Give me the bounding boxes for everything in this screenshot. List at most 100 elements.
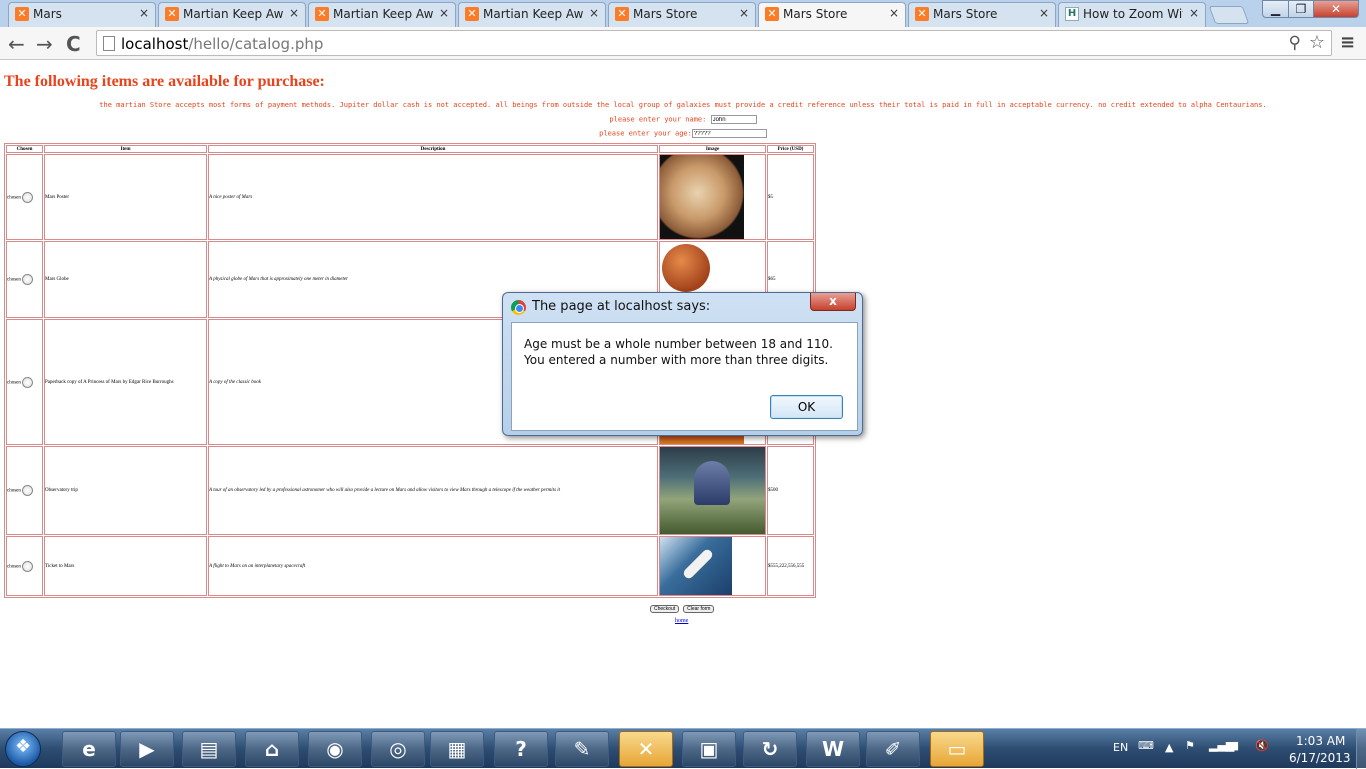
chosen-cell: chosen: [6, 241, 43, 318]
home-link[interactable]: home: [675, 618, 688, 624]
action-center-flag-icon[interactable]: ⚑: [1185, 739, 1195, 752]
control-panel-icon[interactable]: ▣: [682, 731, 736, 767]
maximize-button[interactable]: ❐: [1288, 0, 1314, 18]
close-tab-icon[interactable]: ×: [1189, 6, 1199, 20]
volume-muted-icon[interactable]: 🔇: [1255, 739, 1269, 752]
table-row: chosen Observatory trip A tour of an obs…: [6, 446, 814, 535]
forward-arrow-icon[interactable]: →: [36, 32, 53, 56]
show-hidden-icons[interactable]: ▲: [1165, 741, 1173, 754]
photo-viewer-icon[interactable]: ▭: [930, 731, 984, 767]
tab-label: Martian Keep Awa: [483, 7, 583, 21]
calculator-icon[interactable]: ▦: [430, 731, 484, 767]
tab-label: Martian Keep Awa: [183, 7, 283, 21]
image-cell: [659, 446, 766, 535]
paint-icon[interactable]: ✐: [866, 731, 920, 767]
dialog-message: Age must be a whole number between 18 an…: [524, 337, 833, 367]
keyboard-icon[interactable]: ⌨: [1138, 739, 1154, 752]
tab-martian-keep-3[interactable]: ✕ Martian Keep Awa ×: [458, 2, 606, 27]
zoom-icon[interactable]: ⚲: [1289, 33, 1301, 53]
close-tab-icon[interactable]: ×: [889, 6, 899, 20]
tab-mars-store-active[interactable]: ✕ Mars Store ×: [758, 2, 906, 28]
internet-explorer-icon[interactable]: e: [62, 731, 116, 767]
chosen-radio[interactable]: [21, 560, 33, 572]
tab-label: Mars Store: [783, 7, 848, 21]
chosen-radio[interactable]: [21, 274, 33, 285]
close-tab-icon[interactable]: ×: [589, 6, 599, 20]
tab-mars-store-1[interactable]: ✕ Mars Store ×: [608, 2, 756, 27]
minimize-button[interactable]: ▁: [1262, 0, 1289, 18]
table-header-row: Chosen Item Description Image Price (USD…: [6, 145, 814, 153]
mars-globe-image: [662, 244, 710, 292]
tab-martian-keep-2[interactable]: ✕ Martian Keep Awa ×: [308, 2, 456, 27]
xampp-icon: ✕: [615, 7, 629, 21]
dialog-body: Age must be a whole number between 18 an…: [511, 322, 858, 431]
tab-martian-keep-1[interactable]: ✕ Martian Keep Awa ×: [158, 2, 306, 27]
description-cell: A nice poster of Mars: [208, 154, 658, 240]
age-input[interactable]: [691, 129, 767, 138]
tab-mars-store-2[interactable]: ✕ Mars Store ×: [908, 2, 1056, 27]
4g-wimax-icon[interactable]: ⌂: [245, 731, 299, 767]
back-arrow-icon[interactable]: ←: [8, 32, 25, 56]
window-close-button[interactable]: ✕: [1313, 0, 1359, 18]
xampp-icon: ✕: [465, 7, 479, 21]
clock-date[interactable]: 6/17/2013: [1289, 751, 1351, 765]
ok-button[interactable]: OK: [770, 395, 843, 419]
clock-time[interactable]: 1:03 AM: [1296, 734, 1345, 748]
table-row: chosen Mars Poster A nice poster of Mars…: [6, 154, 814, 240]
power-icon[interactable]: ▮: [1233, 739, 1239, 752]
column-header-chosen: Chosen: [6, 145, 43, 153]
chosen-radio[interactable]: [21, 376, 33, 388]
age-row: please enter your age:: [0, 129, 1366, 138]
image-cell: [659, 536, 766, 596]
bookmark-star-icon[interactable]: ☆: [1309, 32, 1325, 53]
start-button[interactable]: [5, 731, 41, 767]
word-icon[interactable]: W: [806, 731, 860, 767]
show-desktop-button[interactable]: [1356, 729, 1366, 769]
dialog-close-button[interactable]: x: [810, 293, 856, 311]
chosen-radio[interactable]: [21, 191, 33, 203]
network-signal-icon[interactable]: ▂▄▆: [1209, 739, 1234, 752]
tab-label: How to Zoom Wit: [1083, 7, 1183, 21]
menu-icon[interactable]: ≡: [1340, 32, 1355, 53]
name-label: please enter your name:: [609, 115, 707, 124]
close-tab-icon[interactable]: ×: [739, 6, 749, 20]
alert-dialog: The page at localhost says: x Age must b…: [502, 292, 863, 436]
payment-policy-text: the martian Store accepts most forms of …: [99, 101, 1267, 109]
checkout-button[interactable]: Checkout: [650, 605, 680, 613]
file-explorer-icon[interactable]: ▤: [182, 731, 236, 767]
tab-mars[interactable]: ✕ Mars ×: [8, 2, 156, 27]
xampp-icon: ✕: [315, 7, 329, 21]
media-player-icon[interactable]: ▶: [120, 731, 174, 767]
clear-form-button[interactable]: Clear form: [683, 605, 715, 613]
language-indicator[interactable]: EN: [1113, 741, 1128, 754]
address-bar[interactable]: localhost/hello/catalog.php ⚲ ☆: [96, 30, 1332, 56]
chrome-icon[interactable]: ◎: [371, 731, 425, 767]
chosen-label: chosen: [7, 195, 21, 201]
dialog-title: The page at localhost says:: [532, 299, 711, 314]
close-tab-icon[interactable]: ×: [439, 6, 449, 20]
price-cell: $555,222,556,555: [767, 536, 814, 596]
help-icon[interactable]: ?: [494, 731, 548, 767]
tab-how-to-zoom[interactable]: H How to Zoom Wit ×: [1058, 2, 1206, 27]
chrome-icon: [511, 300, 526, 315]
item-cell: Mars Globe: [44, 241, 207, 318]
name-input[interactable]: [710, 115, 757, 124]
url-text[interactable]: localhost/hello/catalog.php: [121, 35, 323, 53]
tab-label: Mars Store: [933, 7, 998, 21]
close-tab-icon[interactable]: ×: [1039, 6, 1049, 20]
browser-toolbar: ← → C localhost/hello/catalog.php ⚲ ☆ ≡: [0, 27, 1366, 60]
xampp-icon: ✕: [15, 7, 29, 21]
new-tab-button[interactable]: [1208, 6, 1250, 24]
tab-label: Mars Store: [633, 7, 698, 21]
xampp-icon[interactable]: ✕: [619, 731, 673, 767]
chosen-radio[interactable]: [21, 485, 33, 496]
notepad-icon[interactable]: ✎: [555, 731, 609, 767]
close-tab-icon[interactable]: ×: [289, 6, 299, 20]
sync-icon[interactable]: ↻: [743, 731, 797, 767]
page-icon: [103, 36, 115, 51]
reload-icon[interactable]: C: [66, 32, 81, 56]
spacecraft-image: [660, 537, 732, 595]
tab-label: Mars: [33, 7, 62, 21]
firefox-icon[interactable]: ◉: [308, 731, 362, 767]
close-tab-icon[interactable]: ×: [139, 6, 149, 20]
